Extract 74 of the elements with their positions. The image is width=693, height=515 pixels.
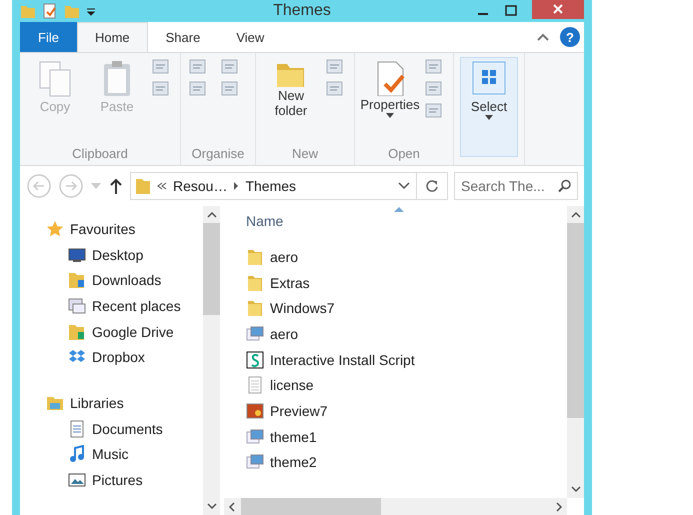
- nav-item[interactable]: Recent places: [92, 298, 181, 314]
- help-button[interactable]: ?: [560, 27, 580, 47]
- text-file-icon: [246, 376, 264, 394]
- up-arrow-icon[interactable]: [108, 177, 124, 195]
- file-item[interactable]: Windows7: [270, 300, 335, 316]
- double-chevron-icon[interactable]: [157, 181, 167, 191]
- scrollbar[interactable]: [567, 206, 584, 498]
- monitor-icon: [68, 246, 86, 264]
- folder-icon: [135, 177, 151, 195]
- folder-icon: [246, 274, 264, 292]
- back-icon[interactable]: [26, 173, 52, 199]
- ribbon-button[interactable]: New folder: [262, 57, 320, 121]
- column-header[interactable]: Name: [246, 213, 284, 229]
- ribbon-tab[interactable]: Share: [148, 22, 218, 52]
- file-item[interactable]: theme1: [270, 428, 317, 445]
- file-item[interactable]: Interactive Install Script: [270, 352, 415, 368]
- nav-item[interactable]: Pictures: [92, 472, 143, 488]
- breadcrumb[interactable]: Themes: [245, 178, 296, 194]
- picture-icon: [68, 471, 86, 490]
- ribbon-button[interactable]: Properties: [361, 57, 419, 121]
- ribbon-tab[interactable]: Home: [76, 22, 148, 52]
- chevron-down-icon[interactable]: [398, 182, 410, 190]
- folder-icon: [68, 271, 86, 290]
- ribbon-group-label: New: [292, 146, 318, 163]
- forward-icon[interactable]: [58, 173, 84, 199]
- nav-item[interactable]: Dropbox: [92, 349, 145, 366]
- music-note-icon: [68, 445, 86, 464]
- theme-file-icon: [246, 453, 264, 472]
- chevron-right-icon[interactable]: [233, 181, 240, 191]
- caret-icon: [485, 115, 493, 120]
- folder-icon: [246, 248, 264, 266]
- sort-arrow-icon: [394, 206, 404, 212]
- breadcrumb[interactable]: Resou…: [173, 178, 228, 194]
- ribbon-tab[interactable]: File: [20, 22, 77, 52]
- document-icon: [68, 420, 86, 438]
- window-title: Themes: [273, 2, 331, 20]
- address-bar[interactable]: Resou… Themes: [130, 172, 448, 200]
- close-icon: [552, 3, 564, 15]
- search-icon[interactable]: [558, 179, 572, 193]
- refresh-icon[interactable]: [425, 179, 439, 193]
- recent-places-icon: [68, 296, 86, 315]
- caret-icon: [386, 113, 394, 118]
- ribbon-tab[interactable]: View: [218, 22, 282, 52]
- nav-section[interactable]: Libraries: [70, 394, 124, 411]
- script-file-icon: [246, 350, 264, 369]
- file-item[interactable]: aero: [270, 248, 298, 265]
- theme-file-icon: [246, 324, 264, 343]
- theme-file-icon: [246, 428, 264, 446]
- close-button[interactable]: [532, 0, 584, 19]
- scrollbar[interactable]: [224, 498, 567, 515]
- folder-icon: [68, 322, 86, 341]
- file-item[interactable]: aero: [270, 326, 298, 342]
- image-file-icon: [246, 402, 264, 420]
- nav-item[interactable]: Desktop: [92, 246, 144, 263]
- file-item[interactable]: Extras: [270, 274, 310, 291]
- nav-item[interactable]: Music: [92, 446, 129, 462]
- ribbon-group-label: Open: [388, 146, 420, 163]
- nav-item[interactable]: Google Drive: [92, 324, 174, 340]
- properties-icon[interactable]: [42, 3, 58, 19]
- folder-icon: [246, 299, 264, 318]
- ribbon-group-label: Clipboard: [72, 146, 128, 163]
- copy-icon: [38, 60, 72, 98]
- file-item[interactable]: Preview7: [270, 402, 328, 419]
- ribbon-button[interactable]: Select: [460, 57, 518, 157]
- scrollbar[interactable]: [203, 206, 220, 515]
- star-icon: [46, 220, 64, 238]
- file-item[interactable]: license: [270, 377, 314, 394]
- search-field[interactable]: Search The...: [454, 172, 578, 200]
- nav-item[interactable]: Downloads: [92, 272, 162, 288]
- nav-section[interactable]: Favourites: [70, 220, 136, 237]
- nav-item[interactable]: Documents: [92, 420, 163, 437]
- ribbon-group-label: Organise: [192, 146, 244, 163]
- maximize-icon[interactable]: [504, 4, 518, 18]
- file-item[interactable]: theme2: [270, 454, 317, 470]
